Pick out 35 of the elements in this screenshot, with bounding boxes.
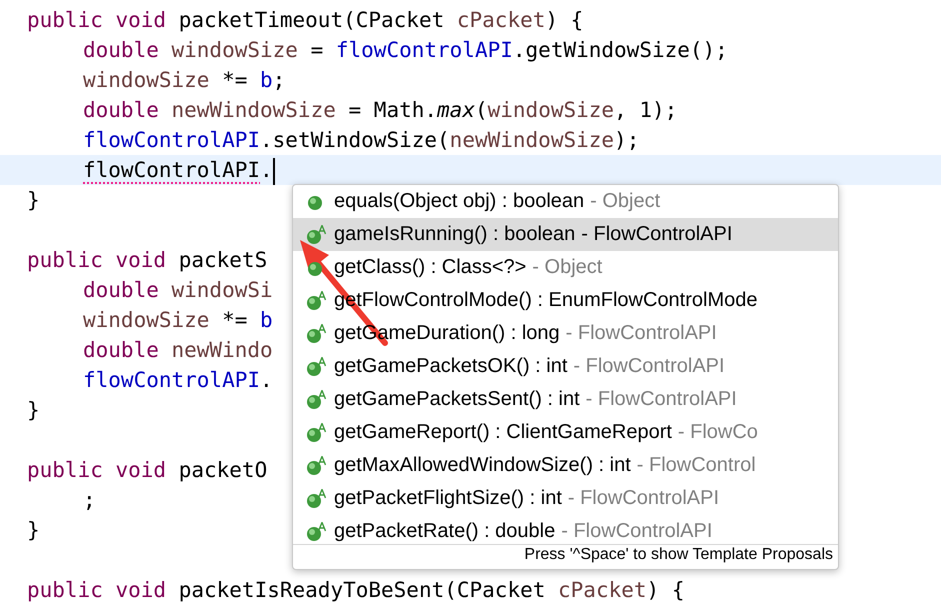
code-line: } <box>27 517 40 544</box>
abstract-method-icon <box>306 290 326 310</box>
completion-item[interactable]: getPacketRate() : double - FlowControlAPI <box>293 515 838 544</box>
code-line: flowControlAPI. <box>83 155 275 185</box>
code-line: public void packetIsReadyToBeSent(CPacket cPacket) { <box>27 577 684 604</box>
code-line: public void packetTimeout(CPacket cPacket) { <box>27 7 584 34</box>
code-line: public void packetS <box>27 247 268 274</box>
abstract-method-icon <box>306 522 326 542</box>
completion-item[interactable]: gameIsRunning() : boolean - FlowControlAPI <box>293 218 838 251</box>
code-line: double newWindowSize = Math.max(windowSize, 1); <box>83 97 678 124</box>
code-line: } <box>27 187 40 214</box>
abstract-method-icon <box>306 488 326 508</box>
completion-item[interactable]: getGamePacketsSent() : int - FlowControlAPI <box>293 383 838 416</box>
abstract-method-icon <box>306 324 326 344</box>
code-line: flowControlAPI.setWindowSize(newWindowSize); <box>83 127 640 154</box>
code-line: } <box>27 397 40 424</box>
code-line: flowControlAPI. <box>83 367 273 394</box>
completion-item[interactable]: getMaxAllowedWindowSize() : int - FlowControl <box>293 449 838 482</box>
popup-hint: Press '^Space' to show Template Proposals <box>293 544 838 569</box>
completion-item[interactable]: equals(Object obj) : boolean - Object <box>293 185 838 218</box>
abstract-method-icon <box>306 456 326 476</box>
code-line: ; <box>83 487 96 514</box>
code-line: double windowSi <box>83 277 273 304</box>
abstract-method-icon <box>306 390 326 410</box>
code-line: public void packetO <box>27 457 268 484</box>
abstract-method-icon <box>306 356 326 376</box>
code-line: windowSize *= b; <box>83 67 286 94</box>
abstract-method-icon <box>306 224 326 244</box>
code-line: double newWindo <box>83 337 273 364</box>
code-line: windowSize *= b <box>83 307 273 334</box>
code-line: double windowSize = flowControlAPI.getWindowSize(); <box>83 37 728 64</box>
abstract-method-icon <box>306 422 326 442</box>
completion-item[interactable]: getGameReport() : ClientGameReport - FlowCo <box>293 416 838 449</box>
completion-item[interactable]: getGamePacketsOK() : int - FlowControlAPI <box>293 350 838 383</box>
completion-item[interactable]: getPacketFlightSize() : int - FlowControlAPI <box>293 482 838 515</box>
